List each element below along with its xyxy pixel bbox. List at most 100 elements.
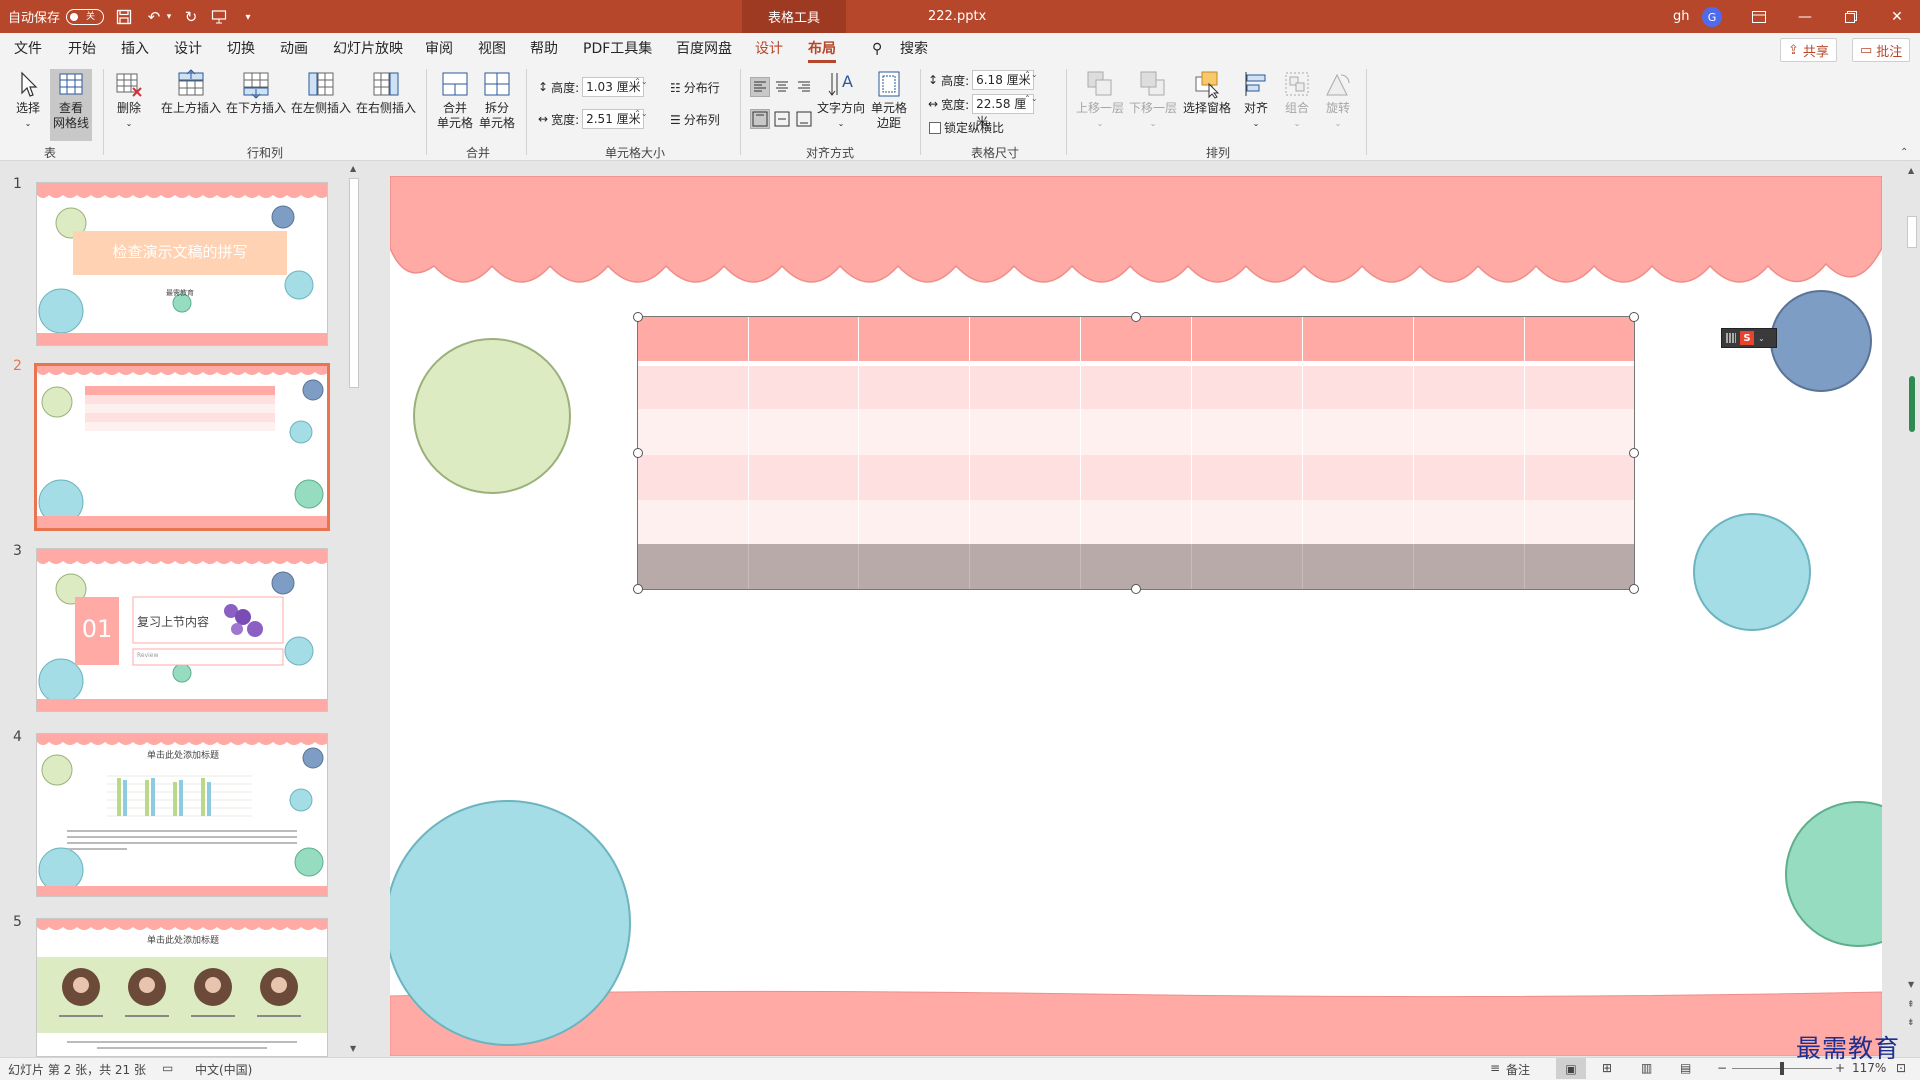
split-cells-button[interactable]: 拆分 单元格 <box>475 69 519 131</box>
selected-table[interactable] <box>633 312 1639 594</box>
table-height-input[interactable]: 6.18 厘米 <box>972 70 1035 90</box>
tab-table-design[interactable]: 设计 <box>755 33 783 65</box>
cell-height-input[interactable]: 1.03 厘米 <box>582 77 645 97</box>
ime-menu-icon[interactable]: ⌄ <box>1758 334 1765 343</box>
tab-baidu-netdisk[interactable]: 百度网盘 <box>676 33 732 65</box>
table-width-spinner[interactable]: ↔ 宽度: 22.58 厘米 <box>928 94 1035 129</box>
scroll-up-icon[interactable]: ▲ <box>350 164 356 173</box>
notes-button[interactable]: 备注 <box>1506 1061 1530 1078</box>
distribute-rows-button[interactable]: ☷ 分布行 <box>670 79 720 96</box>
spelling-icon[interactable]: ▭ <box>162 1061 173 1075</box>
insert-left-button[interactable]: 在左侧插入 <box>290 69 352 116</box>
insert-below-button[interactable]: 在下方插入 <box>225 69 287 116</box>
resize-handle[interactable] <box>1629 448 1639 458</box>
resize-handle[interactable] <box>633 312 643 322</box>
bring-forward-button[interactable]: 上移一层 ⌄ <box>1074 69 1126 131</box>
user-name[interactable]: gh <box>1673 0 1690 33</box>
thumbnail-scroll-thumb[interactable] <box>349 178 359 388</box>
rotate-button[interactable]: 旋转 ⌄ <box>1318 69 1358 131</box>
lock-aspect-checkbox[interactable]: 锁定纵横比 <box>929 119 1004 136</box>
align-center-icon[interactable] <box>772 77 792 97</box>
slide-sorter-icon[interactable]: ⊞ <box>1602 1061 1612 1075</box>
cell-height-spinner[interactable]: ↕ 高度: 1.03 厘米 <box>538 77 645 97</box>
tab-review[interactable]: 审阅 <box>425 33 453 65</box>
reading-view-icon[interactable]: ▥ <box>1641 1061 1652 1075</box>
ribbon-display-options-icon[interactable] <box>1736 0 1782 33</box>
minimize-icon[interactable]: — <box>1782 0 1828 33</box>
cell-margins-button[interactable]: 单元格 边距 <box>864 69 914 131</box>
restore-icon[interactable] <box>1828 0 1874 33</box>
tab-insert[interactable]: 插入 <box>121 33 149 65</box>
sogou-ime-icon[interactable]: S <box>1740 331 1754 345</box>
tab-home[interactable]: 开始 <box>68 33 96 65</box>
undo-dropdown-icon[interactable]: ▾ <box>163 6 175 28</box>
undo-icon[interactable]: ↶ <box>143 6 165 28</box>
redo-icon[interactable]: ↻ <box>180 6 202 28</box>
align-left-icon[interactable] <box>750 77 770 97</box>
resize-handle[interactable] <box>633 448 643 458</box>
resize-handle[interactable] <box>1131 584 1141 594</box>
tab-animations[interactable]: 动画 <box>280 33 308 65</box>
resize-handle[interactable] <box>1629 312 1639 322</box>
cell-width-spinner[interactable]: ↔ 宽度: 2.51 厘米 <box>538 109 645 129</box>
tab-table-layout[interactable]: 布局 <box>808 33 836 65</box>
zoom-out-icon[interactable]: − <box>1717 1061 1727 1075</box>
tab-transitions[interactable]: 切换 <box>227 33 255 65</box>
slide-thumbnail-3[interactable]: 01 复习上节内容 Review <box>36 548 328 712</box>
comments-button[interactable]: ▭ 批注 <box>1852 38 1911 62</box>
delete-button[interactable]: 删除 ⌄ <box>111 69 147 131</box>
cell-width-input[interactable]: 2.51 厘米 <box>582 109 645 129</box>
distribute-cols-button[interactable]: ☰ 分布列 <box>670 111 720 128</box>
group-objects-button[interactable]: 组合 ⌄ <box>1277 69 1317 131</box>
next-slide-icon[interactable]: ⇟ <box>1907 1018 1915 1028</box>
present-from-start-icon[interactable] <box>208 6 230 28</box>
language-indicator[interactable]: 中文(中国) <box>195 1061 252 1078</box>
search-box[interactable]: 搜索 <box>900 33 928 65</box>
thumbnail-scrollbar[interactable]: ▲ ▼ <box>347 164 361 1056</box>
view-gridlines-button[interactable]: 查看 网格线 <box>50 69 92 141</box>
user-avatar[interactable]: G <box>1702 7 1722 27</box>
align-objects-button[interactable]: 对齐 ⌄ <box>1236 69 1276 131</box>
align-bottom-icon[interactable] <box>794 109 814 129</box>
scroll-up-icon[interactable]: ▲ <box>1908 166 1914 175</box>
normal-view-icon[interactable]: ▣ <box>1556 1058 1586 1079</box>
scroll-down-icon[interactable]: ▼ <box>1908 980 1914 989</box>
tab-slideshow[interactable]: 幻灯片放映 <box>333 33 403 65</box>
table-height-spinner[interactable]: ↕ 高度: 6.18 厘米 <box>928 70 1035 90</box>
slide-thumbnail-1[interactable]: 检查演示文稿的拼写 最需教育 <box>36 182 328 346</box>
ime-toolbar[interactable]: S ⌄ <box>1721 328 1777 348</box>
slide-thumbnail-2[interactable] <box>34 363 330 531</box>
tab-help[interactable]: 帮助 <box>530 33 558 65</box>
tab-file[interactable]: 文件 <box>14 33 42 65</box>
zoom-slider-thumb[interactable] <box>1780 1062 1784 1075</box>
resize-handle[interactable] <box>1131 312 1141 322</box>
scroll-down-icon[interactable]: ▼ <box>350 1044 356 1053</box>
tab-view[interactable]: 视图 <box>478 33 506 65</box>
merge-cells-button[interactable]: 合并 单元格 <box>433 69 477 131</box>
save-icon[interactable] <box>113 6 135 28</box>
close-icon[interactable]: ✕ <box>1874 0 1920 33</box>
slideshow-view-icon[interactable]: ▤ <box>1680 1061 1691 1075</box>
search-icon[interactable]: ⚲ <box>872 33 882 65</box>
current-slide[interactable]: S ⌄ <box>390 176 1882 1056</box>
table-width-input[interactable]: 22.58 厘米 <box>972 94 1035 129</box>
autosave-toggle[interactable]: 关 <box>66 8 105 25</box>
align-middle-icon[interactable] <box>772 109 792 129</box>
tab-design[interactable]: 设计 <box>174 33 202 65</box>
select-button[interactable]: 选择 ⌄ <box>10 69 46 131</box>
resize-handle[interactable] <box>1629 584 1639 594</box>
slide-thumbnail-4[interactable]: 单击此处添加标题 <box>36 733 328 897</box>
send-backward-button[interactable]: 下移一层 ⌄ <box>1127 69 1179 131</box>
previous-slide-icon[interactable]: ⇞ <box>1907 1000 1915 1010</box>
align-right-icon[interactable] <box>794 77 814 97</box>
resize-handle[interactable] <box>633 584 643 594</box>
insert-right-button[interactable]: 在右侧插入 <box>355 69 417 116</box>
collapse-ribbon-icon[interactable]: ⌃ <box>1900 147 1908 158</box>
slide-thumbnail-5[interactable]: 单击此处添加标题 <box>36 918 328 1057</box>
align-top-icon[interactable] <box>750 109 770 129</box>
slide-scrollbar[interactable]: ▲ ▼ ⇞ ⇟ <box>1904 162 1920 1057</box>
share-button[interactable]: ⇪ 共享 <box>1780 38 1837 62</box>
autosave[interactable]: 自动保存 关 <box>8 0 105 33</box>
selection-pane-button[interactable]: 选择窗格 <box>1180 69 1234 116</box>
tab-pdf-tools[interactable]: PDF工具集 <box>583 33 652 65</box>
